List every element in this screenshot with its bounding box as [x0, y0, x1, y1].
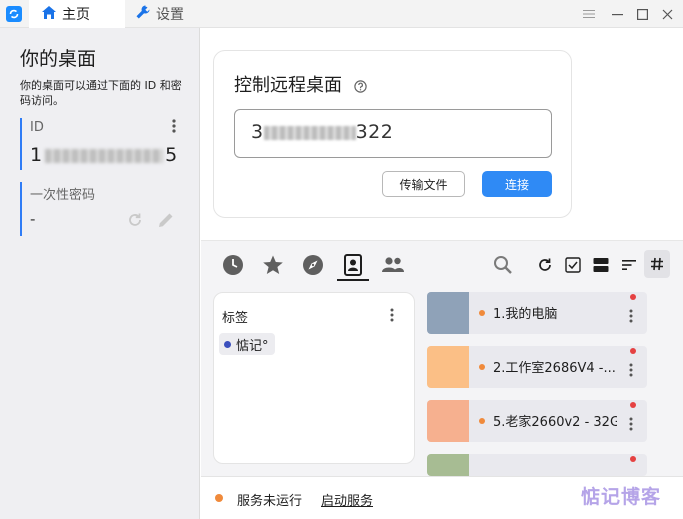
peer-offline-dot	[630, 402, 636, 408]
wrench-icon	[135, 4, 156, 24]
control-remote-title: 控制远程桌面	[234, 75, 342, 96]
menu-icon[interactable]	[581, 6, 597, 22]
remote-id-suffix: 322	[355, 121, 394, 143]
title-bar: 主页 设置	[0, 0, 683, 28]
app-logo-icon	[6, 6, 22, 22]
group-icon[interactable]	[381, 253, 405, 277]
transfer-file-button[interactable]: 传输文件	[382, 171, 465, 197]
tag-label: 惦记°	[236, 338, 269, 354]
peer-name: 5.老家2660v2 - 32G	[493, 415, 617, 430]
control-remote-card: 控制远程桌面 3 322 传输文件 连接	[213, 50, 572, 218]
view-toggle-icon[interactable]	[589, 253, 613, 277]
id-label: ID	[30, 120, 44, 135]
tab-settings-label: 设置	[156, 7, 184, 23]
refresh-password-icon[interactable]	[126, 211, 144, 233]
maximize-icon[interactable]	[634, 6, 650, 22]
home-icon	[41, 5, 62, 24]
sort-icon[interactable]	[617, 253, 641, 277]
password-section: 一次性密码 -	[20, 182, 188, 236]
id-value[interactable]: 15	[30, 144, 178, 166]
hash-icon[interactable]	[644, 250, 670, 278]
peer-more-icon[interactable]	[629, 362, 633, 381]
tag-chip[interactable]: 惦记°	[219, 333, 275, 355]
peer-more-icon[interactable]	[629, 416, 633, 435]
peer-offline-dot	[630, 348, 636, 354]
id-suffix: 5	[165, 144, 179, 166]
peer-status-dot	[479, 310, 485, 316]
peer-card[interactable]	[427, 454, 647, 476]
tags-more-icon[interactable]	[390, 307, 394, 326]
peer-more-icon[interactable]	[629, 308, 633, 327]
peer-thumbnail	[427, 454, 469, 476]
tag-color-dot	[224, 340, 231, 348]
tags-panel: 标签 惦记°	[213, 292, 415, 464]
address-book-icon[interactable]	[341, 253, 365, 277]
peer-status-dot	[479, 418, 485, 424]
connect-button[interactable]: 连接	[482, 171, 552, 197]
active-tab-indicator	[337, 279, 369, 281]
checkbox-icon[interactable]	[561, 253, 585, 277]
desktop-title: 你的桌面	[20, 48, 97, 70]
id-more-icon[interactable]	[172, 118, 176, 137]
refresh-icon[interactable]	[533, 253, 557, 277]
password-label: 一次性密码	[30, 188, 96, 203]
your-desktop-panel: 你的桌面 你的桌面可以通过下面的 ID 和密码访问。 ID 15 一次性密码 -	[0, 28, 200, 519]
id-prefix: 1	[30, 144, 44, 166]
remote-id-redaction	[263, 125, 356, 140]
start-service-link[interactable]: 启动服务	[321, 490, 373, 509]
watermark-logo: 惦记博客	[581, 486, 662, 508]
remote-id-prefix: 3	[251, 121, 264, 143]
minimize-icon[interactable]	[609, 6, 625, 22]
peer-name: 2.工作室2686V4 -...	[493, 361, 616, 376]
history-icon[interactable]	[221, 253, 245, 277]
peer-card[interactable]: 2.工作室2686V4 -...	[427, 346, 647, 388]
peer-card[interactable]: 5.老家2660v2 - 32G	[427, 400, 647, 442]
star-icon[interactable]	[261, 253, 285, 277]
status-bar: 服务未运行 启动服务 惦记博客	[201, 476, 683, 519]
peer-card[interactable]: 1.我的电脑	[427, 292, 647, 334]
password-value[interactable]: -	[30, 210, 35, 228]
peer-offline-dot	[630, 456, 636, 462]
id-section: ID 15	[20, 118, 188, 170]
compass-icon[interactable]	[301, 253, 325, 277]
service-status-dot	[215, 494, 223, 502]
peer-status-dot	[479, 364, 485, 370]
service-status-text: 服务未运行	[237, 494, 303, 509]
tab-home[interactable]: 主页	[29, 0, 125, 28]
help-icon[interactable]	[354, 78, 367, 97]
tags-title: 标签	[222, 311, 249, 326]
id-redaction	[45, 148, 164, 163]
tab-settings[interactable]: 设置	[133, 0, 213, 28]
edit-password-icon[interactable]	[156, 210, 176, 234]
peer-thumbnail	[427, 400, 469, 442]
desktop-description: 你的桌面可以通过下面的 ID 和密码访问。	[20, 79, 182, 107]
remote-id-input[interactable]: 3 322	[234, 109, 552, 158]
close-icon[interactable]	[659, 6, 675, 22]
peer-offline-dot	[630, 294, 636, 300]
search-icon[interactable]	[491, 253, 515, 277]
peer-thumbnail	[427, 346, 469, 388]
peer-thumbnail	[427, 292, 469, 334]
peer-name: 1.我的电脑	[493, 307, 558, 322]
tab-home-label: 主页	[62, 7, 90, 23]
